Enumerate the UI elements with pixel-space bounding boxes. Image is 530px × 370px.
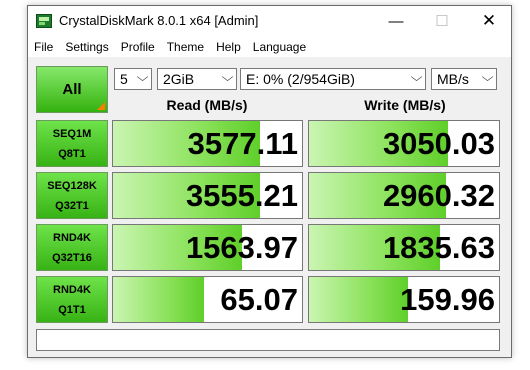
test-count-select[interactable]: 5 ⌵ (114, 68, 152, 90)
write-value: 3050.03 (382, 126, 495, 161)
test-button-rnd4k-q32t16[interactable]: RND4K Q32T16 (36, 224, 108, 271)
maximize-icon[interactable]: ☐ (419, 6, 465, 36)
test-queue: Q32T16 (52, 251, 92, 264)
write-result-seq1m-q8t1: 3050.03 (308, 120, 500, 167)
read-value: 1563.97 (185, 230, 298, 265)
write-bar (309, 277, 408, 322)
unit-value: MB/s (437, 71, 469, 87)
read-result-rnd4k-q1t1: 65.07 (112, 276, 303, 323)
chevron-down-icon: ⌵ (136, 70, 149, 84)
test-queue: Q32T1 (55, 199, 89, 212)
read-result-seq1m-q8t1: 3577.11 (112, 120, 303, 167)
menu-settings[interactable]: Settings (59, 40, 114, 54)
test-name: SEQ128K (47, 179, 97, 192)
test-count-value: 5 (120, 71, 128, 87)
test-name: RND4K (53, 231, 91, 244)
chevron-down-icon: ⌵ (410, 70, 423, 84)
read-bar (113, 277, 204, 322)
read-column-header: Read (MB/s) (166, 97, 248, 113)
test-button-seq128k-q32t1[interactable]: SEQ128K Q32T1 (36, 172, 108, 219)
read-result-rnd4k-q32t16: 1563.97 (112, 224, 303, 271)
write-value: 1835.63 (382, 230, 495, 265)
close-icon[interactable]: ✕ (466, 6, 512, 36)
app-window: CrystalDiskMark 8.0.1 x64 [Admin] — ☐ ✕ … (27, 5, 512, 358)
read-result-seq128k-q32t1: 3555.21 (112, 172, 303, 219)
comment-field[interactable] (36, 329, 500, 351)
test-name: SEQ1M (52, 127, 92, 140)
test-size-value: 2GiB (163, 71, 195, 87)
write-column-header: Write (MB/s) (364, 97, 446, 113)
test-queue: Q8T1 (58, 147, 86, 160)
test-name: RND4K (53, 283, 91, 296)
title-bar[interactable]: CrystalDiskMark 8.0.1 x64 [Admin] — ☐ ✕ (28, 6, 511, 36)
crystaldiskmark-app-icon (36, 14, 52, 28)
test-button-seq1m-q8t1[interactable]: SEQ1M Q8T1 (36, 120, 108, 167)
menu-theme[interactable]: Theme (161, 40, 210, 54)
window-title: CrystalDiskMark 8.0.1 x64 [Admin] (59, 13, 259, 28)
menu-language[interactable]: Language (247, 40, 312, 54)
write-result-rnd4k-q1t1: 159.96 (308, 276, 500, 323)
write-result-rnd4k-q32t16: 1835.63 (308, 224, 500, 271)
write-value: 2960.32 (382, 178, 495, 213)
read-value: 3555.21 (185, 178, 298, 213)
chevron-down-icon: ⌵ (221, 70, 234, 84)
test-size-select[interactable]: 2GiB ⌵ (157, 68, 237, 90)
drive-select[interactable]: E: 0% (2/954GiB) ⌵ (240, 68, 426, 90)
drive-value: E: 0% (2/954GiB) (246, 71, 355, 87)
unit-select[interactable]: MB/s ⌵ (431, 68, 497, 90)
chevron-down-icon: ⌵ (481, 70, 494, 84)
menu-bar: File Settings Profile Theme Help Languag… (28, 36, 511, 57)
menu-help[interactable]: Help (210, 40, 247, 54)
test-button-rnd4k-q1t1[interactable]: RND4K Q1T1 (36, 276, 108, 323)
minimize-icon[interactable]: — (373, 6, 419, 36)
test-queue: Q1T1 (58, 303, 86, 316)
write-result-seq128k-q32t1: 2960.32 (308, 172, 500, 219)
read-value: 65.07 (220, 282, 298, 317)
main-panel: All 5 ⌵ 2GiB ⌵ E: 0% (2/954GiB) ⌵ MB/s ⌵… (28, 57, 511, 357)
write-value: 159.96 (400, 282, 495, 317)
read-value: 3577.11 (187, 126, 298, 161)
menu-profile[interactable]: Profile (115, 40, 161, 54)
all-tests-button[interactable]: All (36, 66, 108, 113)
menu-file[interactable]: File (28, 40, 59, 54)
